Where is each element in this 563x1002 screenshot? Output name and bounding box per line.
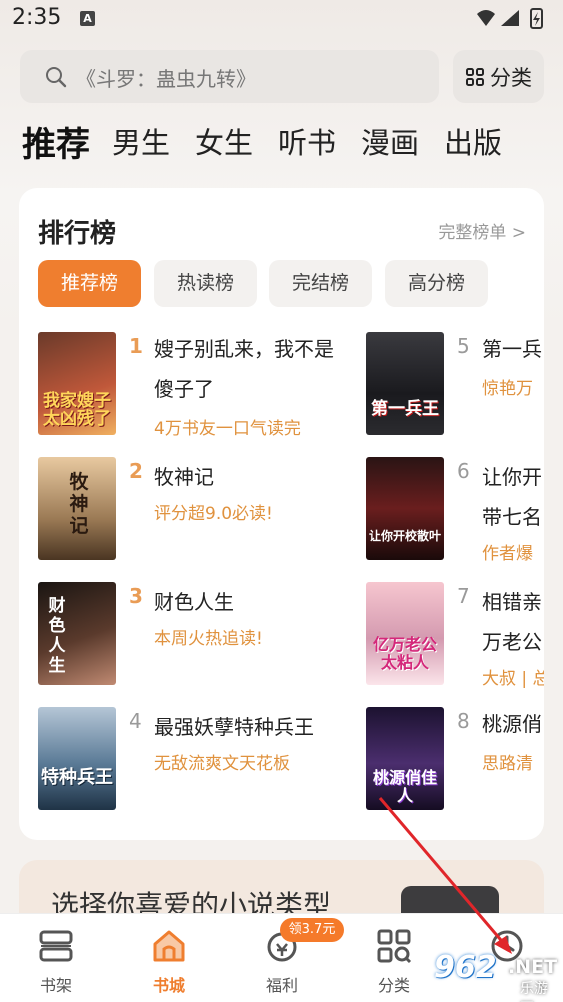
nav-bookstore[interactable]: 书城 (124, 914, 214, 1002)
book-name: 第一兵 (482, 337, 542, 361)
rank-number: 3 (129, 584, 143, 608)
chip-recommend[interactable]: 推荐榜 (38, 260, 141, 307)
rank-number: 2 (129, 459, 143, 483)
ranking-title: 排行榜 (38, 219, 117, 249)
book-item-5[interactable]: 第一兵王 5 第一兵 惊艳万 (366, 332, 544, 435)
watermark-number: 962 (434, 950, 497, 985)
book-tag: 思路清 (482, 754, 533, 774)
watermark-net: .NET (508, 956, 558, 978)
tab-recommend[interactable]: 推荐 (22, 117, 90, 166)
rank-number: 4 (129, 709, 142, 733)
category-button[interactable]: 分类 (453, 50, 544, 103)
rank-number: 5 (457, 334, 470, 358)
book-cover: 我家嫂子太凶残了 (38, 332, 116, 435)
tab-publishing[interactable]: 出版 (444, 120, 502, 162)
book-name: 牧神记 (154, 465, 214, 489)
book-tag: 作者爆 (482, 544, 533, 564)
tab-female[interactable]: 女生 (195, 120, 253, 162)
book-name: 嫂子别乱来，我不是傻子了 (154, 337, 334, 401)
nav-bookshelf[interactable]: 书架 (11, 914, 101, 1002)
nav-label: 书架 (39, 976, 72, 995)
bookshelf-icon (39, 930, 73, 962)
chip-high-score[interactable]: 高分榜 (385, 260, 488, 307)
tab-comic[interactable]: 漫画 (361, 120, 419, 162)
book-tag: 无敌流爽文天花板 (154, 754, 290, 774)
clock-time: 2:35 (12, 5, 62, 30)
nav-label: 福利 (265, 976, 298, 995)
notification-a-icon: A (80, 11, 95, 26)
book-item-1[interactable]: 我家嫂子太凶残了 1 嫂子别乱来，我不是傻子了 4万书友一口气读完 (38, 332, 358, 439)
book-cover: 第一兵王 (366, 332, 444, 435)
book-item-4[interactable]: 特种兵王 4 最强妖孽特种兵王 无敌流爽文天花板 (38, 707, 358, 810)
book-item-6[interactable]: 让你开校散叶 6 让你开带七名 作者爆 (366, 457, 544, 564)
book-name: 相错亲万老公 (482, 590, 542, 654)
rank-number: 7 (457, 584, 470, 608)
book-tag: 惊艳万 (482, 379, 533, 399)
book-cover: 让你开校散叶 (366, 457, 444, 560)
grid-icon (466, 68, 484, 86)
watermark-site: 乐游网 (520, 981, 548, 1002)
status-bar: 2:35 A (0, 0, 563, 40)
system-status-icons (477, 8, 543, 29)
welfare-badge: 领3.7元 (280, 918, 344, 942)
book-cover: 特种兵王 (38, 707, 116, 810)
book-item-7[interactable]: 亿万老公太粘人 7 相错亲万老公 大叔 | 总 (366, 582, 544, 689)
book-name: 财色人生 (154, 590, 234, 614)
tab-audiobook[interactable]: 听书 (278, 120, 336, 162)
rank-number: 8 (457, 709, 470, 733)
ranking-card: 排行榜 完整榜单 > 推荐榜 热读榜 完结榜 高分榜 我家嫂子太凶残了 1 嫂子… (19, 188, 544, 840)
wifi-icon (477, 10, 495, 26)
book-tag: 本周火热追读! (154, 629, 263, 649)
book-name: 桃源俏 (482, 712, 542, 736)
book-item-8[interactable]: 桃源俏佳人 8 桃源俏 思路清 (366, 707, 544, 810)
book-tag: 4万书友一口气读完 (154, 419, 301, 439)
search-placeholder: 《斗罗：蛊虫九转》 (76, 67, 256, 91)
book-item-2[interactable]: 牧神记 2 牧神记 评分超9.0必读! (38, 457, 358, 560)
rank-number: 6 (457, 459, 470, 483)
bookstore-icon (153, 930, 185, 962)
search-box[interactable]: 《斗罗：蛊虫九转》 (20, 50, 439, 103)
book-name: 最强妖孽特种兵王 (154, 715, 314, 739)
book-item-3[interactable]: 财色人生 3 财色人生 本周火热追读! (38, 582, 358, 685)
chip-finished[interactable]: 完结榜 (269, 260, 372, 307)
chip-hot[interactable]: 热读榜 (154, 260, 257, 307)
signal-icon (501, 10, 519, 26)
rank-number: 1 (129, 334, 143, 358)
book-cover: 桃源俏佳人 (366, 707, 444, 810)
book-name: 让你开带七名 (482, 465, 542, 529)
book-cover: 亿万老公太粘人 (366, 582, 444, 685)
book-tag: 评分超9.0必读! (154, 504, 273, 524)
watermark: 962 .NET 乐游网 (422, 948, 560, 1002)
category-button-label: 分类 (490, 66, 532, 90)
book-cover: 牧神记 (38, 457, 116, 560)
category-icon (377, 929, 412, 964)
book-tag: 大叔 | 总 (482, 669, 544, 689)
nav-label: 书城 (152, 976, 185, 995)
book-cover: 财色人生 (38, 582, 116, 685)
tab-male[interactable]: 男生 (112, 120, 170, 162)
full-ranking-link[interactable]: 完整榜单 > (438, 218, 526, 243)
search-icon (46, 67, 67, 88)
